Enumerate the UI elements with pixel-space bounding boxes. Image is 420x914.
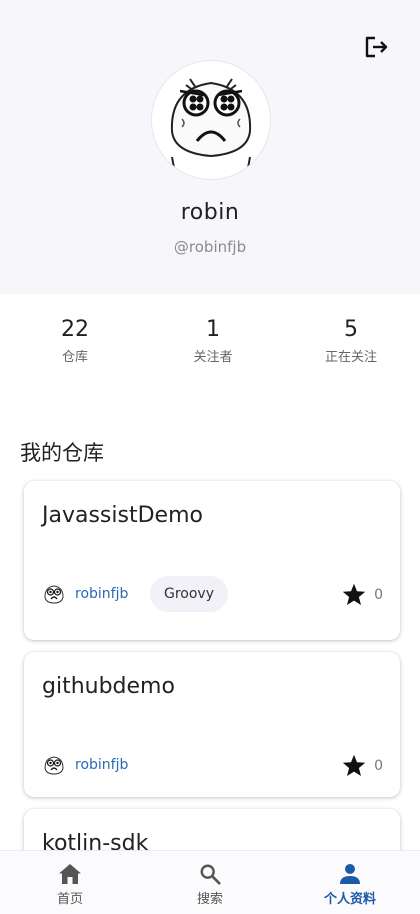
- stat-repositories[interactable]: 22 仓库: [6, 316, 144, 376]
- nav-search[interactable]: 搜索: [140, 851, 280, 914]
- stat-value: 22: [61, 317, 89, 342]
- owner-name: robinfjb: [75, 586, 129, 602]
- stat-following[interactable]: 5 正在关注: [282, 316, 420, 376]
- stat-label: 仓库: [61, 350, 88, 365]
- nav-label: 个人资料: [323, 892, 376, 907]
- profile-username: robin: [180, 200, 240, 225]
- star-icon: [342, 754, 366, 776]
- person-icon: [340, 864, 360, 884]
- star-count: 0: [374, 586, 383, 603]
- stat-label: 正在关注: [324, 350, 377, 365]
- repo-card[interactable]: JavassistDemo robinfjb Groovy 0: [24, 481, 400, 640]
- avatar-image: [152, 61, 270, 179]
- nav-label: 搜索: [196, 892, 223, 907]
- repos-section-title: 我的仓库: [20, 441, 104, 465]
- owner-avatar-image: [42, 582, 66, 606]
- stat-value: 1: [206, 317, 220, 342]
- logout-icon: [365, 36, 388, 58]
- logout-button[interactable]: [360, 33, 392, 61]
- profile-stats: 22 仓库 1 关注者 5 正在关注: [0, 316, 420, 376]
- repo-stars[interactable]: 0: [342, 583, 383, 606]
- nav-label: 首页: [56, 892, 83, 907]
- repo-stars[interactable]: 0: [342, 754, 383, 777]
- profile-header: robin @robinfjb: [0, 0, 420, 294]
- owner-name: robinfjb: [75, 757, 129, 773]
- owner-avatar-image: [42, 753, 66, 777]
- star-icon: [342, 583, 366, 605]
- search-icon: [200, 864, 221, 885]
- star-count: 0: [374, 757, 383, 774]
- home-icon: [59, 864, 81, 884]
- nav-home[interactable]: 首页: [0, 851, 140, 914]
- owner-avatar: [42, 582, 66, 606]
- nav-profile[interactable]: 个人资料: [280, 851, 420, 914]
- owner-avatar: [42, 753, 66, 777]
- bottom-navigation: 首页 搜索 个人资料: [0, 850, 420, 914]
- stat-followers[interactable]: 1 关注者: [144, 316, 282, 376]
- stat-label: 关注者: [193, 350, 233, 365]
- repo-owner[interactable]: robinfjb: [42, 753, 128, 777]
- repo-card[interactable]: githubdemo robinfjb 0: [24, 652, 400, 797]
- repo-name: githubdemo: [42, 674, 175, 699]
- repo-name: JavassistDemo: [42, 503, 203, 528]
- profile-handle: @robinfjb: [173, 238, 247, 256]
- repo-owner[interactable]: robinfjb: [42, 582, 128, 606]
- language-chip: Groovy: [150, 576, 228, 612]
- avatar: [152, 61, 270, 179]
- stat-value: 5: [344, 317, 358, 342]
